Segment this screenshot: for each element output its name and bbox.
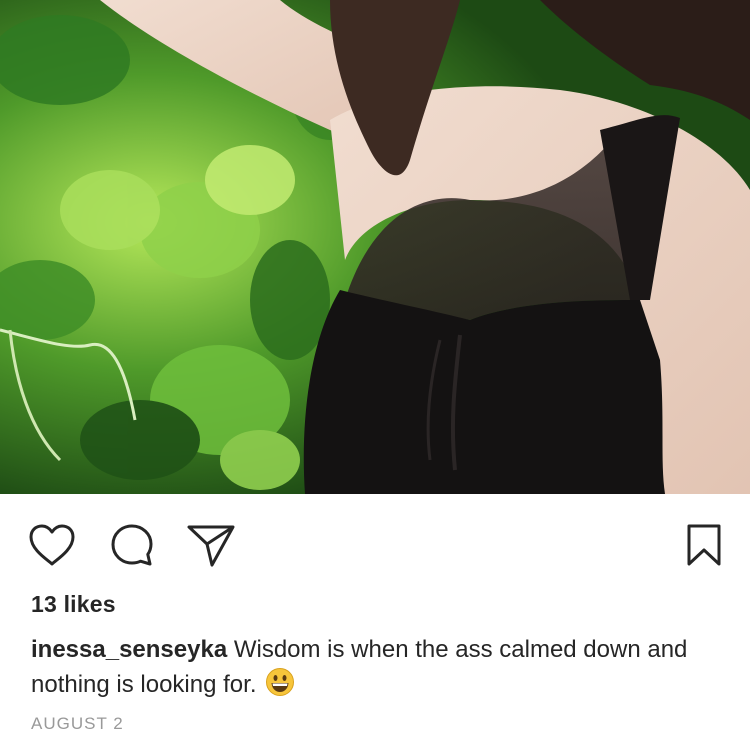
grinning-face-emoji-icon xyxy=(266,668,295,696)
likes-count[interactable]: 13 likes xyxy=(31,591,116,618)
post-date: AUGUST 2 xyxy=(31,714,124,733)
share-button[interactable] xyxy=(186,520,236,570)
save-button[interactable] xyxy=(679,520,729,570)
like-button[interactable] xyxy=(27,520,77,570)
action-bar xyxy=(0,494,750,594)
post-caption: inessa_senseyka Wisdom is when the ass c… xyxy=(31,632,721,702)
post-photo[interactable] xyxy=(0,0,750,494)
bookmark-icon xyxy=(687,524,721,566)
send-icon xyxy=(187,525,235,567)
comment-button[interactable] xyxy=(107,520,157,570)
instagram-post: 13 likes inessa_senseyka Wisdom is when … xyxy=(0,0,750,750)
comment-icon xyxy=(111,524,153,566)
heart-icon xyxy=(29,524,75,566)
caption-username[interactable]: inessa_senseyka xyxy=(31,636,227,663)
